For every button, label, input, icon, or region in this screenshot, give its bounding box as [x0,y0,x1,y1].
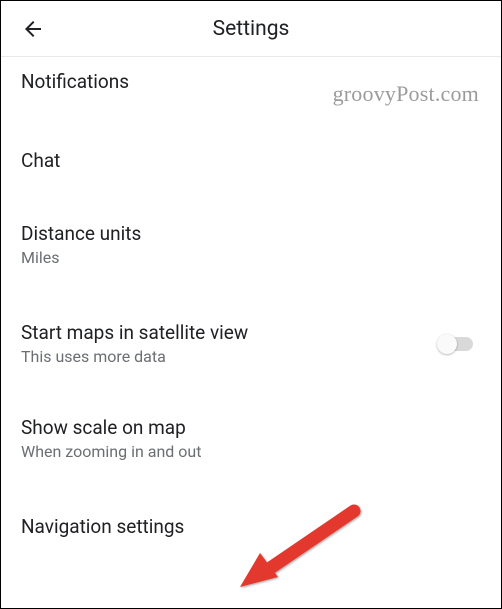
row-subtitle: This uses more data [21,347,248,366]
toggle-thumb [437,334,457,354]
header: Settings [1,1,501,57]
row-title: Show scale on map [21,416,201,439]
row-satellite-view[interactable]: Start maps in satellite view This uses m… [1,291,501,390]
row-distance-units[interactable]: Distance units Miles [1,198,501,291]
settings-screen: Settings Notifications Chat Distance uni… [0,0,502,609]
row-subtitle: When zooming in and out [21,442,201,461]
row-navigation-settings[interactable]: Navigation settings [1,485,501,550]
row-chat[interactable]: Chat [1,123,501,198]
row-title: Start maps in satellite view [21,321,248,344]
row-title: Notifications [21,70,129,93]
satellite-toggle[interactable] [439,334,475,354]
page-title: Settings [1,17,501,41]
back-button[interactable] [13,9,53,49]
row-notifications[interactable]: Notifications [1,57,501,123]
row-title: Navigation settings [21,515,184,538]
row-subtitle: Miles [21,248,141,267]
row-show-scale[interactable]: Show scale on map When zooming in and ou… [1,390,501,485]
settings-list: Notifications Chat Distance units Miles … [1,57,501,550]
row-title: Distance units [21,222,141,245]
row-title: Chat [21,149,60,172]
arrow-back-icon [21,17,45,41]
